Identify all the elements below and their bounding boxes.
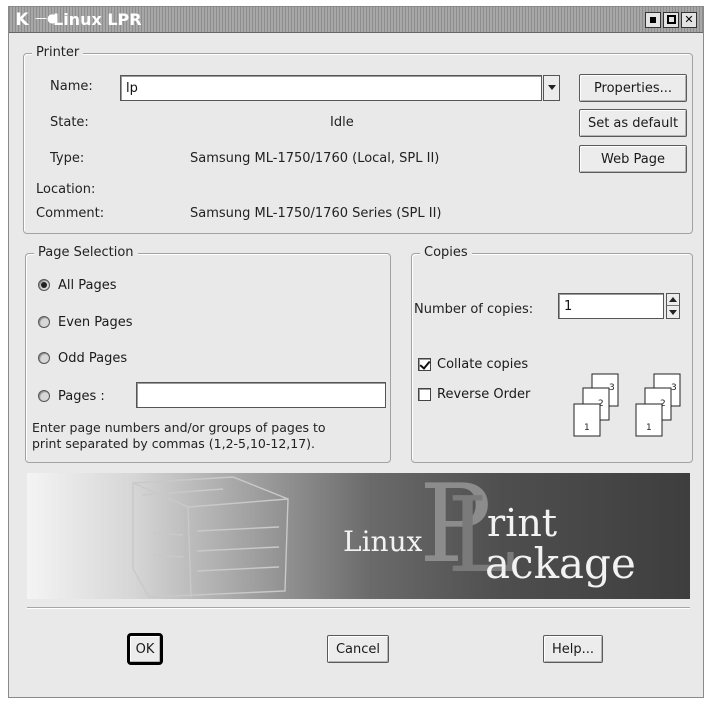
comment-label: Comment:: [36, 206, 105, 221]
radio-odd-pages-label: Odd Pages: [58, 350, 128, 366]
spin-up-icon[interactable]: [667, 294, 679, 306]
location-label: Location:: [36, 182, 96, 197]
copies-group: Copies Number of copies: Collate copies …: [411, 245, 693, 463]
sheet-number-3b: 3: [671, 383, 677, 393]
kde-app-icon[interactable]: K: [12, 10, 32, 30]
banner-word-linux: Linux: [343, 525, 423, 558]
properties-button-label: Properties...: [593, 80, 673, 96]
help-button-label: Help...: [551, 641, 595, 657]
web-page-label: Web Page: [601, 151, 665, 167]
sheet-number-3: 3: [609, 383, 615, 393]
set-as-default-button[interactable]: Set as default: [579, 109, 687, 137]
properties-button[interactable]: Properties...: [579, 74, 687, 102]
copies-spin-buttons[interactable]: [666, 293, 680, 319]
title-bar[interactable]: K —● Linux LPR ✕: [9, 7, 703, 33]
radio-pages-indicator[interactable]: [38, 390, 50, 402]
radio-even-pages-indicator[interactable]: [38, 316, 50, 328]
type-label: Type:: [50, 151, 85, 166]
collate-copies-checkbox-row[interactable]: Collate copies: [418, 354, 528, 374]
state-value: Idle: [330, 115, 354, 130]
linux-print-package-banner: P L Linux rint ackage: [27, 473, 690, 599]
reverse-order-label: Reverse Order: [437, 386, 531, 402]
number-of-copies-input[interactable]: [558, 293, 664, 319]
printer-group: Printer Name: Properties... State: Idle …: [23, 45, 693, 234]
radio-even-pages-label: Even Pages: [58, 314, 133, 330]
radio-all-pages-indicator[interactable]: [38, 279, 50, 291]
radio-all-pages[interactable]: All Pages: [38, 275, 117, 295]
minimize-icon: [650, 17, 656, 23]
copies-group-title: Copies: [420, 245, 472, 260]
sheet-number-1b: 1: [646, 423, 652, 433]
cancel-button[interactable]: Cancel: [327, 635, 389, 663]
reverse-order-checkbox-row[interactable]: Reverse Order: [418, 384, 530, 404]
help-button[interactable]: Help...: [543, 635, 603, 663]
maximize-button[interactable]: [663, 12, 679, 28]
comment-value: Samsung ML-1750/1760 Series (SPL II): [190, 206, 442, 221]
pages-range-input[interactable]: [136, 382, 386, 408]
sheet-number-1: 1: [584, 423, 590, 433]
lpr-dialog-window: K —● Linux LPR ✕ Printer Name: Propertie…: [8, 6, 704, 698]
banner-word-package: ackage: [485, 539, 636, 588]
collate-stack-2: 3 2 1: [635, 373, 681, 437]
help-line-2: print separated by commas (1,2-5,10-12,1…: [32, 436, 316, 451]
radio-all-pages-label: All Pages: [58, 277, 117, 293]
window-title: Linux LPR: [53, 10, 142, 29]
cancel-button-label: Cancel: [335, 641, 381, 657]
printer-name-combo-input[interactable]: [120, 75, 542, 101]
radio-pages[interactable]: Pages :: [38, 386, 105, 406]
radio-even-pages[interactable]: Even Pages: [38, 312, 133, 332]
web-page-button[interactable]: Web Page: [579, 145, 687, 173]
state-label: State:: [50, 115, 89, 130]
radio-pages-label: Pages :: [58, 388, 105, 404]
footer-separator: [27, 607, 690, 609]
ok-button[interactable]: OK: [127, 633, 163, 665]
page-selection-group-title: Page Selection: [34, 245, 138, 260]
radio-odd-pages[interactable]: Odd Pages: [38, 348, 127, 368]
spin-down-icon[interactable]: [667, 307, 679, 319]
printer-illustration-icon: [132, 476, 289, 598]
help-line-1: Enter page numbers and/or groups of page…: [32, 420, 326, 435]
radio-odd-pages-indicator[interactable]: [38, 352, 50, 364]
name-label: Name:: [50, 79, 93, 94]
reverse-order-checkbox[interactable]: [418, 387, 431, 401]
collate-preview-icon: 3 2 1 3 2 1: [573, 373, 681, 437]
close-icon: ✕: [684, 13, 694, 26]
printer-group-title: Printer: [32, 45, 84, 60]
collate-copies-checkbox[interactable]: [418, 357, 431, 371]
collate-stack-1: 3 2 1: [573, 373, 619, 437]
minimize-button[interactable]: [645, 12, 661, 28]
page-range-help-text: Enter page numbers and/or groups of page…: [32, 420, 326, 452]
printer-name-dropdown-arrow[interactable]: [543, 75, 560, 101]
number-of-copies-label: Number of copies:: [414, 302, 534, 317]
close-button[interactable]: ✕: [681, 12, 697, 28]
page-selection-group: Page Selection All Pages Even Pages Odd …: [25, 245, 391, 463]
collate-copies-label: Collate copies: [437, 356, 529, 372]
ok-button-label: OK: [135, 641, 155, 657]
maximize-icon: [666, 15, 676, 24]
set-as-default-label: Set as default: [587, 115, 679, 131]
type-value: Samsung ML-1750/1760 (Local, SPL II): [190, 151, 440, 166]
